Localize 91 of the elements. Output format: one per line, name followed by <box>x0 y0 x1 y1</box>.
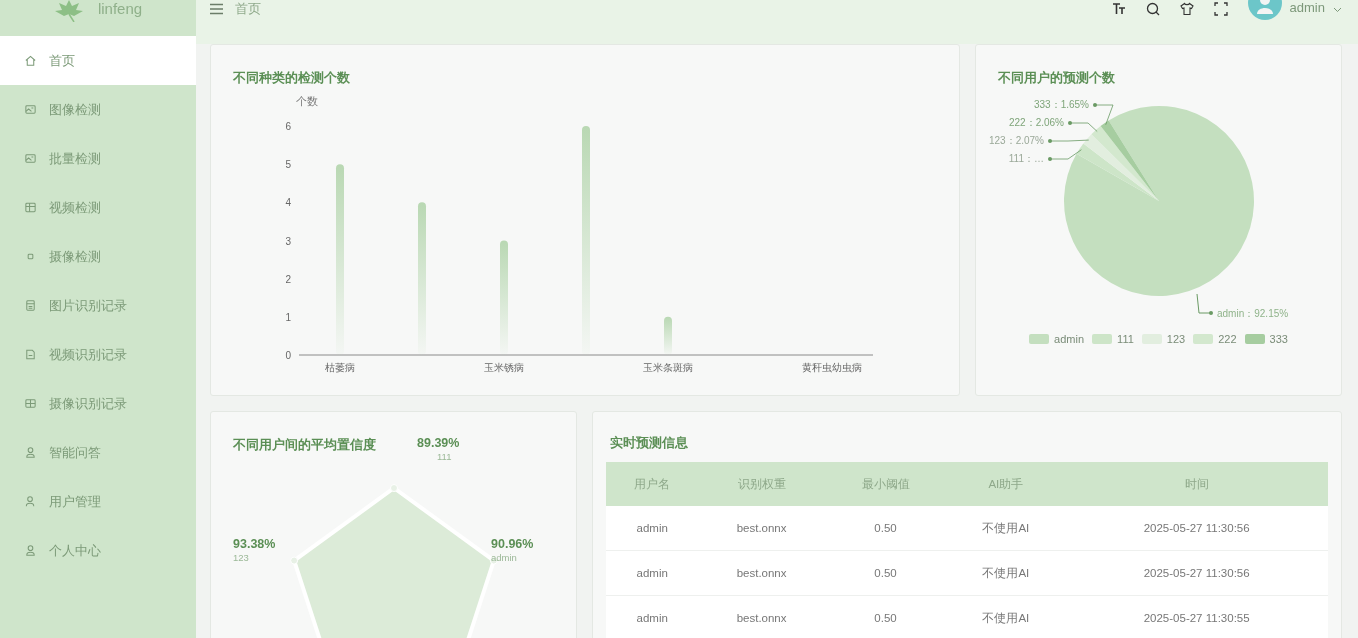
sidebar-item[interactable]: 批量检测 <box>0 134 196 183</box>
axis-label: 个数 <box>296 95 318 107</box>
user-icon <box>24 544 37 557</box>
slice-label: admin：92.15% <box>1217 308 1289 319</box>
leaf-logo-icon <box>53 0 84 22</box>
table-cell: 0.50 <box>824 550 947 596</box>
radar-label: 111 <box>437 451 452 462</box>
sidebar-item[interactable]: 图片识别记录 <box>0 281 196 330</box>
column-header: 时间 <box>1065 462 1328 506</box>
sidebar-item[interactable]: 视频识别记录 <box>0 330 196 379</box>
sidebar-item[interactable]: 摄像识别记录 <box>0 379 196 428</box>
card-title: 实时预测信息 <box>610 434 688 452</box>
table-cell: 2025-05-27 11:30:55 <box>1065 595 1328 638</box>
tick-label: 1 <box>285 311 291 323</box>
slice-label: 111：… <box>1008 153 1044 164</box>
category-label: 玉米条斑病 <box>643 362 693 373</box>
column-header: 识别权重 <box>698 462 825 506</box>
category-label: 玉米锈病 <box>484 362 524 373</box>
radar-value: 93.38% <box>233 537 276 551</box>
tick-label: 6 <box>285 121 291 132</box>
radar-label: 123 <box>233 552 249 563</box>
font-size-icon[interactable] <box>1111 2 1126 16</box>
sidebar-item[interactable]: 用户管理 <box>0 477 196 526</box>
card-title: 不同用户的预测个数 <box>998 69 1115 87</box>
table-cell: admin <box>606 506 699 551</box>
home-icon <box>24 54 37 67</box>
radar-label: admin <box>491 552 517 563</box>
menu-icon[interactable] <box>210 3 223 15</box>
legend-swatch <box>1244 334 1265 344</box>
legend-swatch <box>1029 334 1050 344</box>
sidebar-item[interactable]: 首页 <box>0 36 196 85</box>
column-header: 用户名 <box>606 462 699 506</box>
tick-label: 0 <box>285 350 291 361</box>
leader-line <box>1196 293 1213 315</box>
slice-label: 222：2.06% <box>1008 117 1064 128</box>
legend-swatch <box>1193 334 1214 344</box>
fullscreen-icon[interactable] <box>1213 2 1228 16</box>
column-header: 最小阈值 <box>824 462 947 506</box>
breadcrumb[interactable]: 首页 <box>235 0 261 18</box>
caret-icon[interactable] <box>1333 5 1342 14</box>
tick-label: 4 <box>285 197 291 209</box>
category-label: 枯萎病 <box>325 362 355 373</box>
legend-label: 333 <box>1269 333 1288 345</box>
table-cell: best.onnx <box>698 595 825 638</box>
doc-icon <box>24 348 37 361</box>
users-icon <box>24 495 37 508</box>
tick-label: 3 <box>285 235 291 247</box>
card-title: 不同用户间的平均置信度 <box>233 436 376 454</box>
table-cell: best.onnx <box>698 506 825 551</box>
category-label: 黄秆虫幼虫病 <box>802 362 862 373</box>
grid-icon <box>24 397 37 410</box>
legend-label: 111 <box>1117 333 1134 345</box>
sidebar-item[interactable]: 图像检测 <box>0 85 196 134</box>
legend-swatch <box>1141 334 1162 344</box>
leader-line <box>1048 139 1090 143</box>
table-cell: 不使用AI <box>946 595 1066 638</box>
tick-label: 2 <box>285 273 291 285</box>
table-cell: 2025-05-27 11:30:56 <box>1065 506 1328 551</box>
table-cell: 不使用AI <box>946 506 1066 551</box>
tick-label: 5 <box>285 159 291 171</box>
legend-label: admin <box>1054 333 1085 345</box>
column-header: AI助手 <box>946 462 1066 506</box>
table-cell: 0.50 <box>824 506 947 551</box>
user-icon <box>24 446 37 459</box>
video-icon <box>24 201 37 214</box>
radar-value: 89.39% <box>417 436 460 450</box>
radar-value: 90.96% <box>491 537 534 551</box>
table-cell: 0.50 <box>824 595 947 638</box>
table-cell: admin <box>606 550 699 596</box>
user-name[interactable]: admin <box>1289 0 1325 15</box>
file-icon <box>24 299 37 312</box>
sidebar-item[interactable]: 视频检测 <box>0 183 196 232</box>
slice-label: 123：2.07% <box>988 135 1044 146</box>
legend-swatch <box>1092 334 1113 344</box>
table-cell: best.onnx <box>698 550 825 596</box>
slice-label: 333：1.65% <box>1033 99 1089 110</box>
image-icon <box>24 152 37 165</box>
table-cell: 不使用AI <box>946 550 1066 596</box>
image-icon <box>24 103 37 116</box>
table-cell: 2025-05-27 11:30:56 <box>1065 550 1328 596</box>
legend-label: 123 <box>1166 333 1186 345</box>
shirt-icon[interactable] <box>1179 2 1194 16</box>
card-title: 不同种类的检测个数 <box>233 69 350 87</box>
sidebar-item[interactable]: 摄像检测 <box>0 232 196 281</box>
search-icon[interactable] <box>1145 2 1160 16</box>
table-cell: admin <box>606 595 699 638</box>
sidebar-item[interactable]: 个人中心 <box>0 526 196 575</box>
sidebar-item[interactable]: 智能问答 <box>0 428 196 477</box>
legend-label: 222 <box>1218 333 1237 345</box>
logo-text: linfeng <box>97 0 143 18</box>
leader-line <box>1048 149 1082 161</box>
